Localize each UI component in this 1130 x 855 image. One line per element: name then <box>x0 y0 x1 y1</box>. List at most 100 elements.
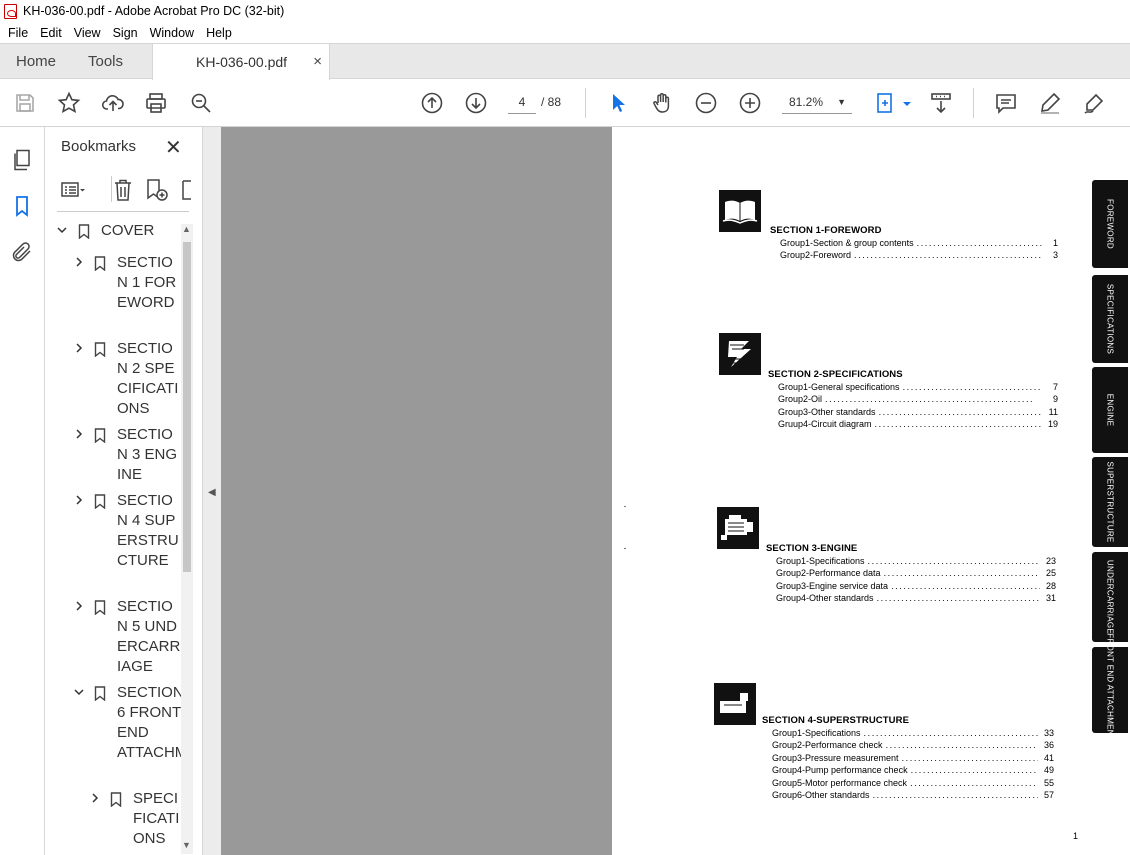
side-tab-label: UNDERCARRIAGE <box>1105 559 1115 635</box>
next-page-icon[interactable] <box>464 91 488 115</box>
toc-leader: ........................................… <box>916 238 1042 248</box>
engine-icon <box>717 507 759 549</box>
zoom-out-icon[interactable] <box>694 91 718 115</box>
close-panel-icon[interactable]: ✕ <box>165 135 182 160</box>
expand-bookmark-icon[interactable] <box>181 178 191 202</box>
title-bar: KH-036-00.pdf - Adobe Acrobat Pro DC (32… <box>0 0 1130 22</box>
toc-row[interactable]: Group2-Performance check................… <box>772 740 1054 750</box>
cloud-upload-icon[interactable] <box>101 91 125 115</box>
toc-leader: ........................................… <box>885 740 1038 750</box>
toc-page: 19 <box>1047 419 1058 429</box>
page-number-input[interactable]: 4 <box>508 90 536 114</box>
toc-leader: ........................................… <box>863 728 1038 738</box>
new-bookmark-icon[interactable] <box>145 178 169 202</box>
bookmark-label: SECTION 5 UNDERCARRIAGE <box>117 598 181 675</box>
toc-label: Group1-General specifications <box>778 382 900 392</box>
menu-help[interactable]: Help <box>200 26 238 40</box>
zoom-in-icon[interactable] <box>738 91 762 115</box>
toc-row[interactable]: Group1-Section & group contents.........… <box>780 238 1058 248</box>
toc-page: 55 <box>1043 778 1054 788</box>
fit-dropdown-icon[interactable] <box>895 91 911 115</box>
side-tab-specifications: SPECIFICATIONS <box>1092 275 1128 363</box>
toc-row[interactable]: Group3-Other standards..................… <box>778 407 1058 417</box>
bookmarks-tree: COVER SECTION 1 FOREWORD SECTION 2 SPECI… <box>45 221 181 855</box>
toc-row[interactable]: Group5-Motor performance check..........… <box>772 778 1054 788</box>
chevron-right-icon[interactable] <box>73 427 85 441</box>
toc-row[interactable]: Group1-Specifications...................… <box>772 728 1054 738</box>
bookmark-icon <box>94 494 106 510</box>
sign-pen-icon[interactable] <box>1082 91 1106 115</box>
chevron-right-icon[interactable] <box>73 255 85 269</box>
section-title: SECTION 1-FOREWORD <box>770 225 882 236</box>
toc-label: Group1-Section & group contents <box>780 238 914 248</box>
toc-row[interactable]: Group3-Pressure measurement.............… <box>772 753 1054 763</box>
scroll-up-icon[interactable]: ▲ <box>182 224 191 234</box>
search-zoom-icon[interactable] <box>189 91 213 115</box>
toc-label: Group3-Engine service data <box>776 581 889 591</box>
select-cursor-icon[interactable] <box>606 91 630 115</box>
scroll-mode-icon[interactable] <box>929 91 953 115</box>
save-icon[interactable] <box>13 91 37 115</box>
chevron-right-icon[interactable] <box>73 341 85 355</box>
panel-collapse-handle[interactable]: ◀ <box>203 127 221 855</box>
bookmarks-panel-icon[interactable] <box>10 194 34 218</box>
bookmark-label-text: SECTION 6 FRONT END ATTACHMENTS <box>117 684 181 761</box>
tab-document[interactable]: KH-036-00.pdf × <box>152 44 330 80</box>
menu-file[interactable]: File <box>2 26 34 40</box>
scrollbar-thumb[interactable] <box>183 242 191 572</box>
chevron-right-icon[interactable] <box>73 493 85 507</box>
hand-tool-icon[interactable] <box>650 91 674 115</box>
toc-leader: ........................................… <box>878 407 1042 417</box>
toc-row[interactable]: Group4-Pump performance check...........… <box>772 765 1054 775</box>
toc-leader: ........................................… <box>876 593 1040 603</box>
chevron-down-icon[interactable] <box>73 685 85 699</box>
star-icon[interactable] <box>57 91 81 115</box>
chevron-right-icon[interactable] <box>89 791 101 805</box>
toc-row[interactable]: Group4-Other standards..................… <box>776 593 1056 603</box>
toc-page: 9 <box>1052 394 1058 404</box>
toc-page: 1 <box>1052 238 1058 248</box>
toc-leader: ........................................… <box>867 556 1040 566</box>
scroll-down-icon[interactable]: ▼ <box>182 840 191 850</box>
chevron-right-icon[interactable] <box>73 599 85 613</box>
more-tools-icon[interactable] <box>1124 91 1130 115</box>
comment-icon[interactable] <box>994 91 1018 115</box>
delete-bookmark-icon[interactable] <box>112 178 134 202</box>
chevron-down-icon[interactable] <box>56 223 68 237</box>
toc-page: 33 <box>1043 728 1054 738</box>
toc-page: 25 <box>1045 568 1056 578</box>
highlight-pen-icon[interactable] <box>1038 91 1062 115</box>
toc-row[interactable]: Group2-Oil..............................… <box>778 394 1058 404</box>
toc-label: Group4-Pump performance check <box>772 765 908 775</box>
menu-view[interactable]: View <box>68 26 107 40</box>
toc-leader: ........................................… <box>902 382 1042 392</box>
fit-page-icon[interactable] <box>873 91 897 115</box>
menu-window[interactable]: Window <box>144 26 200 40</box>
toc-label: Group3-Other standards <box>778 407 876 417</box>
bookmark-options-icon[interactable] <box>61 179 85 201</box>
menu-edit[interactable]: Edit <box>34 26 68 40</box>
page-thumbnails-icon[interactable] <box>10 148 34 172</box>
side-tab-undercarriage: UNDERCARRIAGE <box>1092 552 1128 642</box>
toc-row[interactable]: Group6-Other standards..................… <box>772 790 1054 800</box>
tab-tools[interactable]: Tools <box>88 44 123 79</box>
toc-row[interactable]: Group1-Specifications...................… <box>776 556 1056 566</box>
attachments-paperclip-icon[interactable] <box>10 240 34 264</box>
close-tab-icon[interactable]: × <box>313 44 322 80</box>
toolbar-separator <box>585 88 586 118</box>
bookmarks-scrollbar[interactable]: ▲ ▼ <box>181 224 193 854</box>
toc-row[interactable]: Gruup4-Circuit diagram..................… <box>778 419 1058 429</box>
print-icon[interactable] <box>144 91 168 115</box>
chevron-left-icon[interactable]: ◀ <box>208 487 216 498</box>
toc-row[interactable]: Group2-Performance data.................… <box>776 568 1056 578</box>
section-title: SECTION 2-SPECIFICATIONS <box>768 369 903 380</box>
bookmark-label: COVER <box>101 222 155 239</box>
tab-home[interactable]: Home <box>16 44 56 79</box>
toc-row[interactable]: Group2-Foreword.........................… <box>780 250 1058 260</box>
toc-row[interactable]: Group1-General specifications...........… <box>778 382 1058 392</box>
toc-row[interactable]: Group3-Engine service data..............… <box>776 581 1056 591</box>
previous-page-icon[interactable] <box>420 91 444 115</box>
toc-label: Group1-Specifications <box>776 556 865 566</box>
menu-sign[interactable]: Sign <box>107 26 144 40</box>
zoom-level-dropdown[interactable]: 81.2% ▼ <box>782 90 852 114</box>
